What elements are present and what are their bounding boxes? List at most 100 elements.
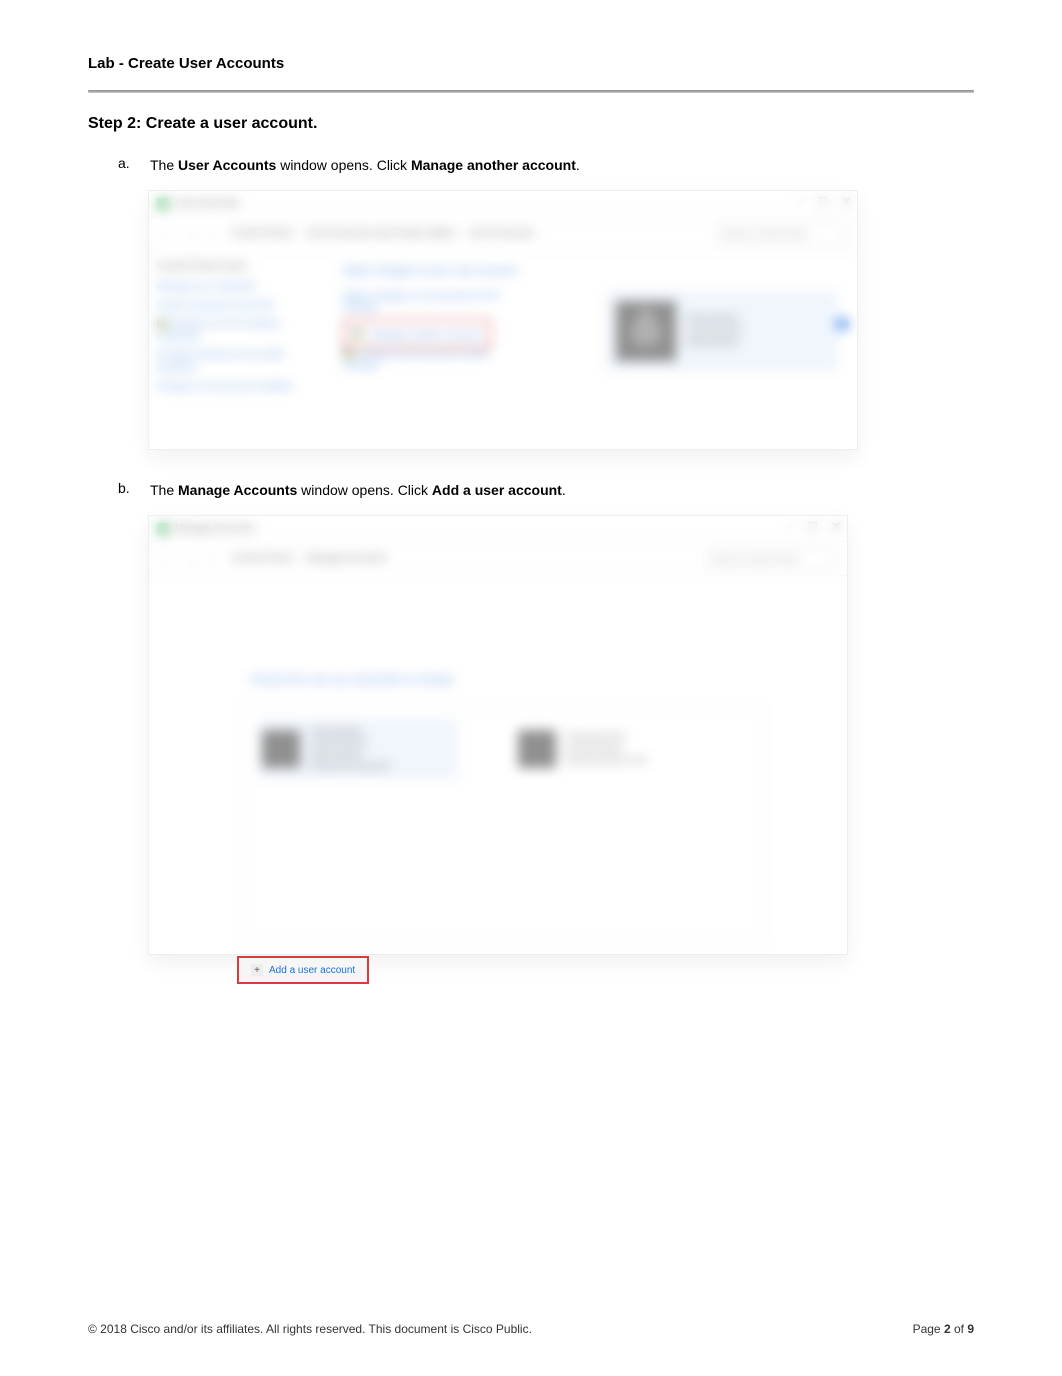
user-list-box: Administrator Local Account Administrato…: [243, 704, 763, 944]
page-label: Page: [913, 1322, 944, 1336]
window-titlebar: User Accounts – ☐ ✕: [149, 191, 857, 217]
links-column: Make changes to my account in PC setting…: [343, 291, 513, 377]
shield-icon: [353, 329, 363, 339]
app-icon: [157, 198, 169, 210]
account-type: Local Account: [310, 737, 390, 749]
footer: © 2018 Cisco and/or its affiliates. All …: [88, 1282, 974, 1336]
bold-text: Manage Accounts: [178, 482, 297, 498]
minimize-icon[interactable]: –: [798, 195, 804, 208]
breadcrumb-item[interactable]: User Accounts and Family Safety: [307, 228, 454, 239]
breadcrumb-item[interactable]: Control Panel: [231, 228, 292, 239]
add-user-account-link[interactable]: + Add a user account: [237, 956, 369, 984]
maximize-icon[interactable]: ☐: [808, 520, 818, 533]
tile-info: Guest Account Local Account Guest accoun…: [566, 731, 645, 766]
user-tile-guest[interactable]: Guest Account Local Account Guest accoun…: [514, 719, 714, 779]
breadcrumb-item[interactable]: Manage Accounts: [307, 553, 387, 564]
text-fragment: .: [562, 482, 566, 498]
account-info: Administrator Local Account Administrato…: [686, 313, 742, 348]
account-name: Guest Account: [566, 731, 645, 743]
page-number: 2: [944, 1322, 951, 1336]
back-icon[interactable]: ←: [159, 226, 175, 242]
window-title: User Accounts: [175, 198, 239, 209]
account-role: Administrator: [686, 337, 742, 349]
account-name: Administrator: [310, 726, 390, 738]
list-item-a: a. The User Accounts window opens. Click…: [88, 155, 974, 176]
page-indicator: Page 2 of 9: [913, 1322, 974, 1336]
list-text: The User Accounts window opens. Click Ma…: [150, 155, 580, 176]
sidebar-heading: Control Panel Home: [157, 261, 311, 272]
account-role: Administrator: [310, 749, 390, 761]
sidebar-link[interactable]: Create a password reset disk: [157, 299, 311, 312]
search-input[interactable]: Search Control Panel: [707, 549, 837, 569]
shield-icon: [343, 349, 353, 359]
document-page: Lab - Create User Accounts Step 2: Creat…: [0, 0, 1062, 1376]
avatar: [518, 730, 556, 768]
user-icon: [631, 316, 661, 346]
page-total: 9: [967, 1322, 974, 1336]
sidebar-link[interactable]: Change my environment variables: [157, 380, 311, 393]
maximize-icon[interactable]: ☐: [818, 195, 828, 208]
toolbar: ← → ↑ Control Panel › User Accounts and …: [149, 217, 857, 251]
window-titlebar: Manage Accounts – ☐ ✕: [149, 516, 847, 542]
chevron-right-icon: ›: [298, 553, 301, 564]
text-fragment: The: [150, 157, 178, 173]
text-fragment: The: [150, 482, 178, 498]
tile-info: Administrator Local Account Administrato…: [310, 726, 390, 773]
highlighted-link-label: Manage another account: [370, 330, 481, 341]
help-icon[interactable]: [835, 317, 849, 331]
divider-line: [88, 90, 974, 93]
breadcrumb: Control Panel › User Accounts and Family…: [231, 228, 709, 239]
sidebar-link-label: Manage your file encryption certificates: [157, 318, 281, 341]
breadcrumb-item[interactable]: User Accounts: [470, 228, 534, 239]
manage-accounts-screenshot: Manage Accounts – ☐ ✕ ← → ↑ Control Pane…: [148, 515, 848, 955]
window-controls: – ☐ ✕: [798, 195, 851, 208]
shield-icon: [157, 319, 167, 329]
bold-text: User Accounts: [178, 157, 276, 173]
breadcrumb-item[interactable]: Control Panel: [231, 553, 292, 564]
plus-icon: +: [251, 964, 263, 976]
account-tile[interactable]: Administrator Local Account Administrato…: [607, 291, 837, 371]
main-heading: Make changes to your user account: [343, 265, 843, 277]
sidebar-link[interactable]: Manage your file encryption certificates: [157, 317, 311, 342]
screenshot-container-2: Manage Accounts – ☐ ✕ ← → ↑ Control Pane…: [148, 515, 974, 955]
bold-text: Add a user account: [432, 482, 562, 498]
main-content: Make changes to your user account Make c…: [329, 251, 857, 391]
toolbar: ← → ↑ Control Panel › Manage Accounts Se…: [149, 542, 847, 576]
uac-link[interactable]: Change User Account Control settings: [343, 349, 513, 371]
chevron-right-icon: ›: [460, 228, 463, 239]
close-icon[interactable]: ✕: [832, 520, 841, 533]
user-tile-admin[interactable]: Administrator Local Account Administrato…: [258, 719, 458, 779]
breadcrumb: Control Panel › Manage Accounts: [231, 553, 699, 564]
app-icon: [157, 523, 169, 535]
account-type: Local Account: [686, 325, 742, 337]
chevron-right-icon: ›: [298, 228, 301, 239]
page-of: of: [951, 1322, 968, 1336]
up-icon[interactable]: ↑: [207, 551, 223, 567]
copyright-text: © 2018 Cisco and/or its affiliates. All …: [88, 1322, 532, 1336]
list-letter: a.: [118, 155, 150, 176]
window-body: Control Panel Home Manage your credentia…: [149, 251, 857, 449]
link-label: Change User Account Control settings: [343, 349, 488, 371]
add-link-label: Add a user account: [269, 965, 355, 976]
search-input[interactable]: Search Control Panel: [717, 224, 847, 244]
account-protected: Password protected: [310, 761, 390, 773]
window-controls: – ☐ ✕: [788, 520, 841, 533]
up-icon[interactable]: ↑: [207, 226, 223, 242]
sidebar-link[interactable]: Manage your credentials: [157, 280, 311, 293]
close-icon[interactable]: ✕: [842, 195, 851, 208]
manage-another-account-link[interactable]: Manage another account: [343, 319, 491, 349]
back-icon[interactable]: ←: [159, 551, 175, 567]
sidebar-link[interactable]: Configure advanced user profile properti…: [157, 348, 311, 373]
forward-icon[interactable]: →: [183, 226, 199, 242]
step-heading: Step 2: Create a user account.: [88, 115, 974, 133]
sidebar: Control Panel Home Manage your credentia…: [149, 251, 319, 408]
list-text: The Manage Accounts window opens. Click …: [150, 480, 566, 501]
account-name: Administrator: [686, 313, 742, 325]
text-fragment: window opens. Click: [297, 482, 432, 498]
window-body: Choose the user you would like to change…: [149, 576, 847, 954]
minimize-icon[interactable]: –: [788, 520, 794, 533]
user-accounts-screenshot: User Accounts – ☐ ✕ ← → ↑ Control Panel …: [148, 190, 858, 450]
forward-icon[interactable]: →: [183, 551, 199, 567]
settings-link[interactable]: Make changes to my account in PC setting…: [343, 291, 513, 313]
bold-text: Manage another account: [411, 157, 576, 173]
